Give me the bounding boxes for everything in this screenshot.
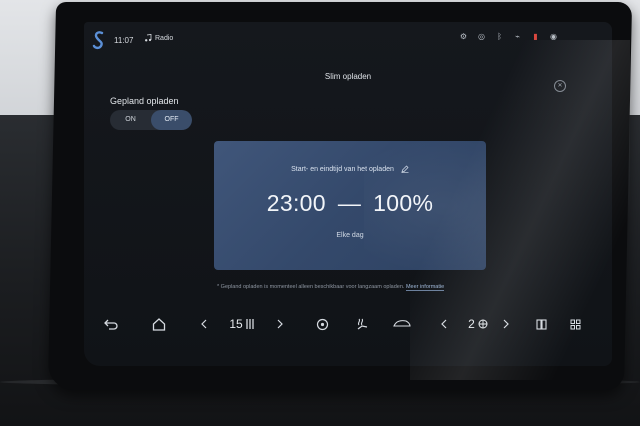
- back-button[interactable]: [100, 310, 122, 338]
- scheduled-charging-label: Gepland opladen: [110, 96, 179, 106]
- media-source-label: Radio: [155, 34, 174, 42]
- media-source[interactable]: Radio: [144, 34, 173, 42]
- clock: 11:07: [114, 36, 134, 45]
- chevron-right-icon: [503, 319, 509, 329]
- wifi-icon[interactable]: ⌁: [513, 32, 522, 41]
- toggle-off-option[interactable]: OFF: [151, 110, 192, 130]
- schedule-card-header: Start- en eindtijd van het opladen: [214, 165, 486, 173]
- edit-icon[interactable]: [401, 165, 409, 173]
- fan-icon: [316, 318, 328, 330]
- split-view-icon: [535, 318, 547, 330]
- temperature-value: 15: [229, 317, 243, 331]
- seat-airflow-icon: [357, 318, 368, 330]
- target-icon[interactable]: ◎: [477, 32, 486, 41]
- status-icons: ⚙ ◎ ᛒ ⌁ ▮ ◉: [459, 32, 558, 41]
- fan-up-button[interactable]: [500, 310, 512, 338]
- car-recirculation-icon: [393, 320, 411, 327]
- music-note-icon: [145, 34, 152, 42]
- chevron-left-icon: [441, 319, 447, 329]
- charge-target: 100%: [373, 190, 434, 216]
- seat-airflow-button[interactable]: [352, 310, 372, 338]
- temperature-display: 15: [222, 310, 262, 338]
- climate-button[interactable]: [312, 310, 332, 338]
- fan-level-value: 2: [468, 317, 475, 331]
- schedule-card[interactable]: Start- en eindtijd van het opladen 23:00…: [214, 141, 486, 270]
- chevron-left-icon: [201, 319, 207, 329]
- schedule-separator: —: [337, 190, 362, 216]
- scheduled-charging-toggle[interactable]: ON OFF: [110, 110, 192, 130]
- back-arrow-icon: [104, 319, 118, 330]
- fan-speed-icon: [478, 319, 488, 329]
- fan-down-button[interactable]: [438, 310, 450, 338]
- brand-logo-icon[interactable]: [92, 30, 106, 50]
- schedule-values: 23:00 — 100%: [214, 190, 486, 217]
- app-grid-icon: [570, 319, 580, 329]
- schedule-card-header-text: Start- en eindtijd van het opladen: [291, 165, 394, 173]
- seat-heat-icon: [246, 319, 254, 329]
- split-view-button[interactable]: [532, 310, 550, 338]
- home-button[interactable]: [148, 310, 170, 338]
- user-icon[interactable]: ◉: [549, 32, 558, 41]
- home-icon: [152, 317, 166, 331]
- close-icon[interactable]: ✕: [554, 80, 566, 92]
- more-info-link[interactable]: Meer informatie: [405, 284, 445, 291]
- temperature-up-button[interactable]: [274, 310, 286, 338]
- schedule-repeat: Elke dag: [336, 232, 364, 239]
- footnote: * Gepland opladen is momenteel alleen be…: [217, 284, 445, 291]
- settings-icon[interactable]: ⚙: [459, 32, 468, 41]
- app-grid-button[interactable]: [566, 310, 584, 338]
- page-title: Slim opladen: [324, 72, 372, 81]
- start-time: 23:00: [266, 190, 326, 216]
- chevron-right-icon: [277, 319, 283, 329]
- toggle-on-option[interactable]: ON: [110, 110, 151, 130]
- temperature-down-button[interactable]: [198, 310, 210, 338]
- bluetooth-icon[interactable]: ᛒ: [495, 32, 504, 41]
- infotainment-screen: 11:07 Radio ⚙ ◎ ᛒ ⌁ ▮ ◉ Slim opladen ✕ G…: [84, 22, 612, 366]
- bottom-control-bar: 15 2: [84, 310, 612, 338]
- fan-level-display: 2: [460, 310, 496, 338]
- phone-icon[interactable]: ▮: [531, 32, 540, 41]
- footnote-text: * Gepland opladen is momenteel alleen be…: [217, 284, 405, 290]
- car-recirculation-button[interactable]: [390, 310, 414, 338]
